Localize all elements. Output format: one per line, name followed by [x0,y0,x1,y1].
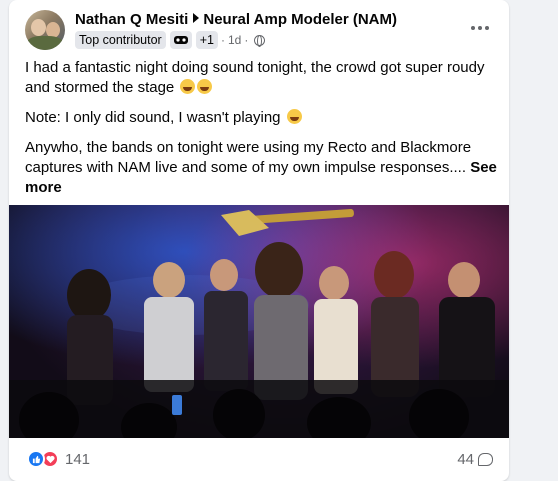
post-photo[interactable] [9,205,509,438]
avatar-face-1 [31,19,46,36]
comment-icon [478,453,493,466]
rofl-emoji-icon [180,79,196,94]
post-meta: Top contributor +1 · 1d · [75,31,266,49]
reactions-summary[interactable]: 141 [27,450,90,468]
post-paragraph-3-text: Anywho, the bands on tonight were using … [25,139,472,176]
meta-separator-2: · [244,33,249,47]
post-header: Nathan Q Mesiti Neural Amp Modeler (NAM) … [25,10,495,50]
meta-separator: · [220,33,225,47]
author-avatar[interactable] [25,10,65,50]
post-paragraph-1-text: I had a fantastic night doing sound toni… [25,59,485,96]
post-time[interactable]: 1d [228,33,241,47]
rofl-emoji-icon [197,79,213,94]
extra-badge-count[interactable]: +1 [195,31,218,49]
post-paragraph-2: Note: I only did sound, I wasn't playing [25,108,500,128]
post-paragraph-2-text: Note: I only did sound, I wasn't playing [25,109,281,126]
post-paragraph-1: I had a fantastic night doing sound toni… [25,58,500,98]
post-card: Nathan Q Mesiti Neural Amp Modeler (NAM) … [9,0,509,481]
comment-count: 44 [457,451,474,468]
post-title-line: Nathan Q Mesiti Neural Amp Modeler (NAM) [75,11,397,28]
grin-emoji-icon [286,109,302,124]
post-body: I had a fantastic night doing sound toni… [25,58,500,208]
author-name[interactable]: Nathan Q Mesiti [75,11,188,28]
top-contributor-badge[interactable]: Top contributor [75,31,166,49]
more-dot [485,26,489,30]
like-reaction-icon [27,450,45,468]
comments-summary[interactable]: 44 [457,451,493,468]
avatar-shoulders [27,36,63,50]
group-name[interactable]: Neural Amp Modeler (NAM) [203,11,397,28]
post-paragraph-3: Anywho, the bands on tonight were using … [25,138,500,198]
community-badge-icon[interactable] [169,31,192,49]
concert-photo-illustration [9,205,509,438]
reaction-count: 141 [65,450,91,468]
post-footer: 141 44 [9,438,509,481]
more-dot [471,26,475,30]
more-options-button[interactable] [467,18,493,38]
more-dot [478,26,482,30]
triangle-right-icon [193,13,200,23]
globe-icon [254,34,266,47]
